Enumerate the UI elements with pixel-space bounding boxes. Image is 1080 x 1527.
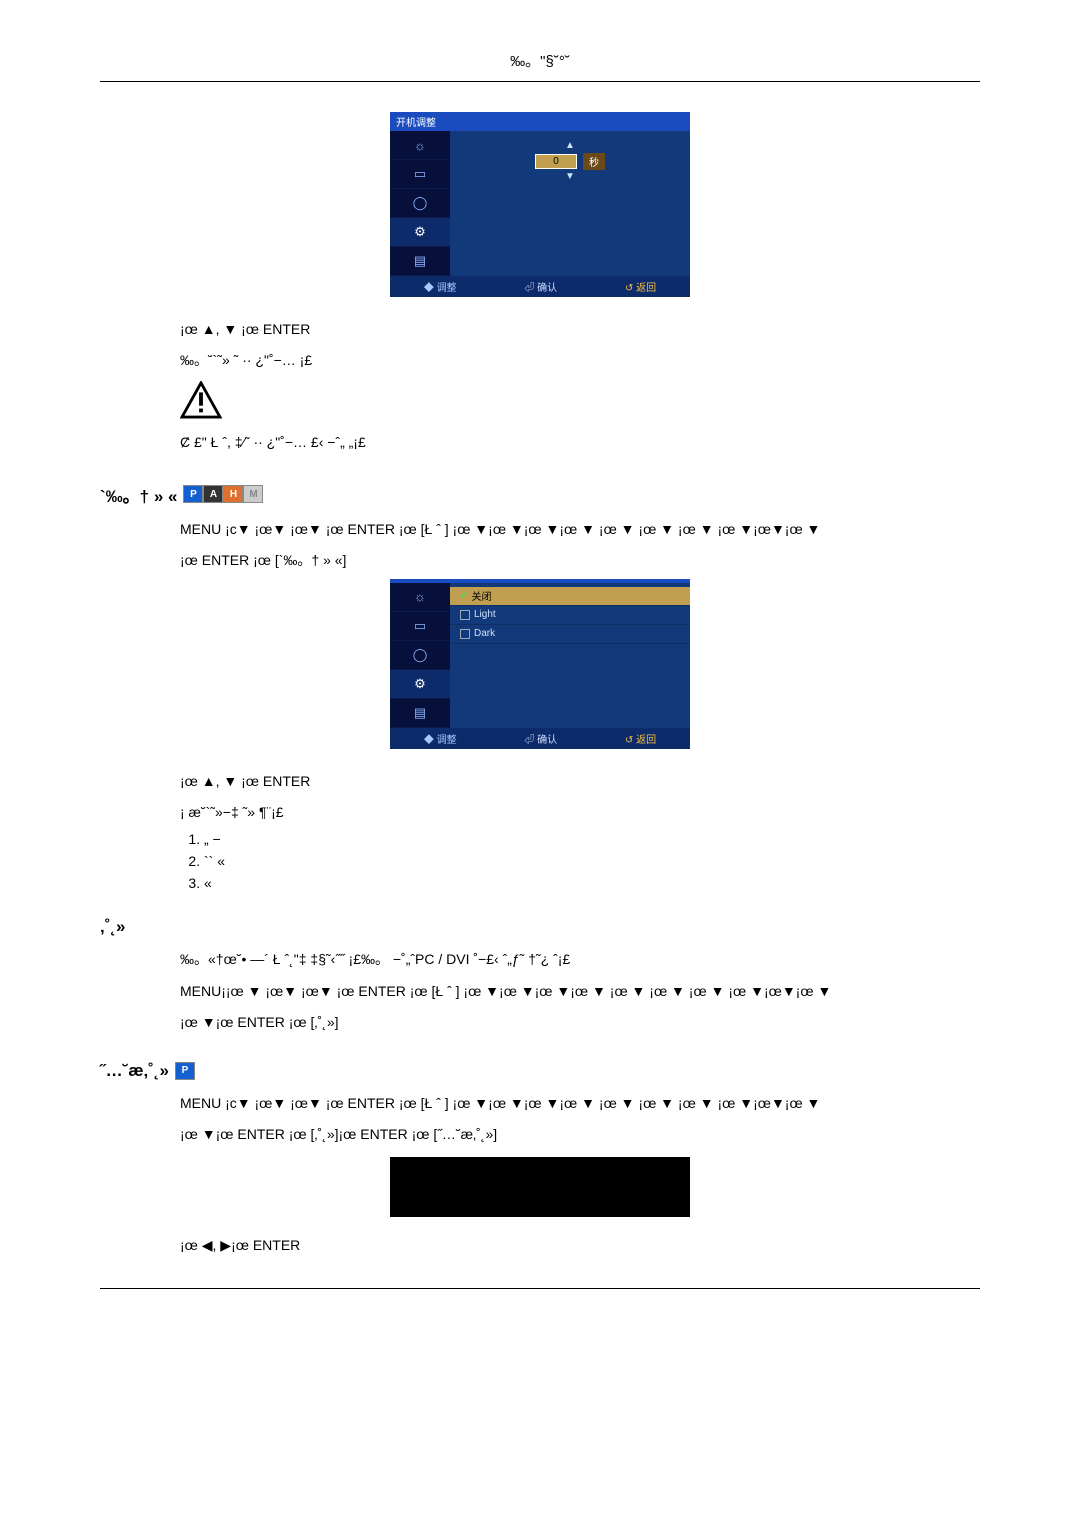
circle-icon[interactable]: ◯ bbox=[390, 641, 450, 670]
info-icon[interactable]: ▤ bbox=[390, 699, 450, 728]
osd2-row-off[interactable]: ✔ 关闭 bbox=[450, 587, 690, 606]
section3-line1: MENU ¡c▼ ¡œ▼ ¡œ▼ ¡œ ENTER ¡œ [Ł ˆ ] ¡œ ▼… bbox=[180, 1091, 980, 1116]
down-arrow-icon[interactable]: ▼ bbox=[565, 172, 575, 182]
osd2-row-dark[interactable]: Dark bbox=[450, 625, 690, 644]
box-icon bbox=[460, 610, 470, 620]
badge-p: P bbox=[175, 1062, 195, 1080]
osd1-sidebar: ☼ ▭ ◯ ⚙ ▤ bbox=[390, 131, 450, 276]
osd1-foot-back: ↺ 返回 bbox=[625, 279, 656, 294]
osd1-foot-adjust: ◆ 调整 bbox=[424, 279, 457, 294]
section1-line1: MENU ¡c▼ ¡œ▼ ¡œ▼ ¡œ ENTER ¡œ [Ł ˆ ] ¡œ ▼… bbox=[180, 517, 980, 542]
section1-line2: ¡œ ENTER ¡œ [`‰。† » «] bbox=[180, 548, 980, 573]
brightness-icon[interactable]: ☼ bbox=[390, 131, 450, 160]
osd1-foot-confirm: ⏎ 确认 bbox=[524, 279, 557, 294]
nav-line-1: ¡œ ▲, ▼ ¡œ ENTER bbox=[180, 317, 980, 342]
circle-icon[interactable]: ◯ bbox=[390, 189, 450, 218]
osd2-row1-label: 关闭 bbox=[472, 588, 492, 603]
osd2-foot-adjust: ◆ 调整 bbox=[424, 731, 457, 746]
badge-m: M bbox=[243, 485, 263, 503]
section2-title: ‚˚˛» bbox=[100, 917, 980, 937]
osd-panel-1: 开机调整 ☼ ▭ ◯ ⚙ ▤ ▲ 0 秒 ▼ bbox=[390, 112, 690, 297]
osd1-title: 开机调整 bbox=[390, 112, 690, 131]
up-arrow-icon[interactable]: ▲ bbox=[565, 141, 575, 151]
info-icon[interactable]: ▤ bbox=[390, 247, 450, 276]
brightness-icon[interactable]: ☼ bbox=[390, 583, 450, 612]
section1-title-row: `‰。† » « P A H M bbox=[100, 482, 980, 507]
enum-2: `` « bbox=[204, 853, 980, 869]
section3-title-row: ˝…˘æ‚˚˛» P bbox=[100, 1061, 980, 1081]
osd1-unit: 秒 bbox=[583, 153, 605, 170]
osd2-row2-label: Light bbox=[474, 609, 496, 620]
bottom-rule bbox=[100, 1288, 980, 1289]
warning-icon bbox=[180, 381, 980, 422]
osd2-sidebar: ☼ ▭ ◯ ⚙ ▤ bbox=[390, 583, 450, 728]
nav-line-2: ¡œ ▲, ▼ ¡œ ENTER bbox=[180, 769, 980, 794]
section2-line2: MENU¡¡œ ▼ ¡œ▼ ¡œ▼ ¡œ ENTER ¡œ [Ł ˆ ] ¡œ … bbox=[180, 979, 980, 1004]
enum-3: « bbox=[204, 875, 980, 891]
black-placeholder bbox=[390, 1157, 690, 1217]
check-icon: ✔ bbox=[460, 590, 468, 601]
mode-badges: P A H M bbox=[183, 485, 263, 503]
mode-badges-2: P bbox=[175, 1062, 195, 1080]
section3-line2: ¡œ ▼¡œ ENTER ¡œ [‚˚˛»]¡œ ENTER ¡œ [˝…˘æ‚… bbox=[180, 1122, 980, 1147]
gear-icon[interactable]: ⚙ bbox=[390, 218, 450, 247]
badge-p: P bbox=[183, 485, 203, 503]
body-line-1: ‰。˘`˜» ˜ ·· ¿"˚−… ¡£ bbox=[180, 348, 980, 373]
osd2-row3-label: Dark bbox=[474, 628, 495, 639]
enum-1: „ − bbox=[204, 831, 980, 847]
osd2-row-light[interactable]: Light bbox=[450, 606, 690, 625]
body-line-2: Ȼ £" Ł ˆ, ‡⁄˜ ·· ¿"˚−… £‹ −ˆ„ „¡£ bbox=[180, 430, 980, 455]
top-rule bbox=[100, 81, 980, 82]
box-icon bbox=[460, 629, 470, 639]
osd-panel-2: ☼ ▭ ◯ ⚙ ▤ ✔ 关闭 Light bbox=[390, 579, 690, 749]
section2-line1: ‰。«†œ˘• —´ Ł ˆ˛"‡ ‡§˜‹˝˝ ¡£‰。 −˚„ˆPC / D… bbox=[180, 947, 980, 972]
section2-line3: ¡œ ▼¡œ ENTER ¡œ [‚˚˛»] bbox=[180, 1010, 980, 1035]
enum-list: „ − `` « « bbox=[180, 831, 980, 891]
section3-title: ˝…˘æ‚˚˛» bbox=[100, 1061, 169, 1081]
picture-icon[interactable]: ▭ bbox=[390, 612, 450, 641]
body-line-3: ¡ æ˘`˜»−‡ ˜» ¶¨¡£ bbox=[180, 800, 980, 825]
page-header: ‰。"§˘°˘ bbox=[0, 50, 1080, 81]
nav-line-3: ¡œ ◀, ▶¡œ ENTER bbox=[180, 1233, 980, 1258]
gear-icon[interactable]: ⚙ bbox=[390, 670, 450, 699]
picture-icon[interactable]: ▭ bbox=[390, 160, 450, 189]
osd2-foot-back: ↺ 返回 bbox=[625, 731, 656, 746]
osd2-foot-confirm: ⏎ 确认 bbox=[524, 731, 557, 746]
badge-h: H bbox=[223, 485, 243, 503]
osd1-value[interactable]: 0 bbox=[535, 154, 577, 169]
section1-title: `‰。† » « bbox=[100, 482, 177, 507]
badge-a: A bbox=[203, 485, 223, 503]
